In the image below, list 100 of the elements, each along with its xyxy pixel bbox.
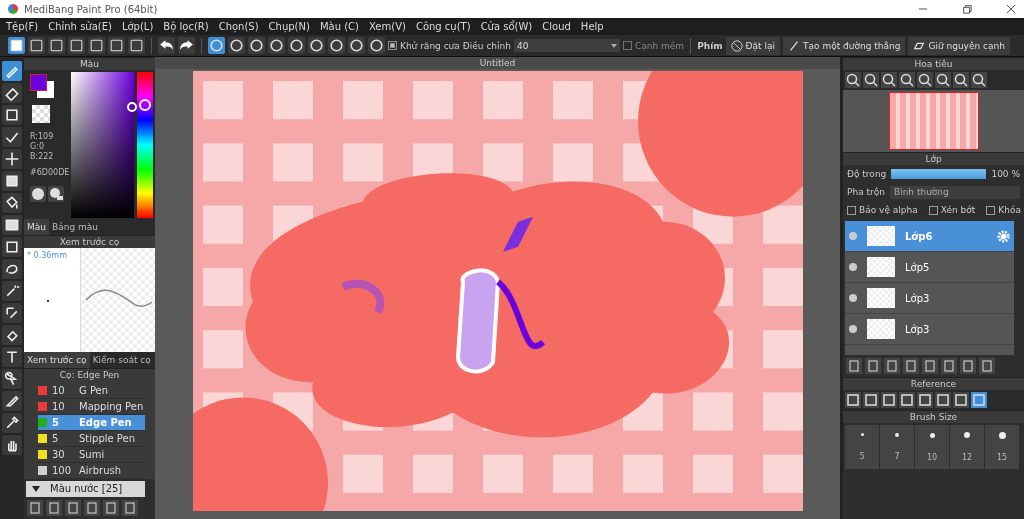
- brush-item[interactable]: 100 Airbrush: [38, 463, 145, 479]
- layer-option-checkbox[interactable]: [928, 205, 938, 215]
- tool-button[interactable]: [2, 193, 22, 213]
- menu-item[interactable]: Tệp(F): [6, 21, 39, 32]
- palette-icon[interactable]: [30, 186, 46, 202]
- restore-icon[interactable]: [962, 4, 972, 14]
- navigator-icon[interactable]: [845, 72, 861, 88]
- canvas-tab[interactable]: Untitled: [479, 57, 516, 69]
- color-square[interactable]: [71, 72, 134, 218]
- reference-icon[interactable]: [899, 392, 915, 408]
- brush-toolbar-icon[interactable]: [65, 500, 81, 516]
- layer-toolbar-icon[interactable]: [941, 358, 957, 374]
- navigator-icon[interactable]: [917, 72, 933, 88]
- menu-item[interactable]: Xem(V): [368, 21, 406, 32]
- hue-slider[interactable]: [137, 72, 153, 218]
- settings-icon[interactable]: [996, 228, 1011, 244]
- visibility-dot-icon[interactable]: [849, 325, 857, 333]
- brush-toolbar-icon[interactable]: [122, 500, 138, 516]
- brush-size-cell[interactable]: 7: [880, 425, 914, 469]
- palette-icon[interactable]: [48, 186, 64, 202]
- tool-button[interactable]: [2, 413, 22, 433]
- brush-toolbar-icon[interactable]: [84, 500, 100, 516]
- transparent-swatch[interactable]: [32, 105, 50, 123]
- layer-toolbar-icon[interactable]: [979, 358, 995, 374]
- tool-button[interactable]: [2, 281, 22, 301]
- brush-item[interactable]: 30 Sumi: [38, 447, 145, 463]
- visibility-dot-icon[interactable]: [849, 294, 857, 302]
- navigator-icon[interactable]: [899, 72, 915, 88]
- toolbar-button[interactable]: Tạo một đường thẳng: [783, 36, 906, 55]
- menu-item[interactable]: Cloud: [542, 21, 571, 32]
- brush-toolbar-icon[interactable]: [46, 500, 62, 516]
- adjust-dropdown[interactable]: 40: [514, 39, 620, 52]
- tool-button[interactable]: [2, 127, 22, 147]
- panel-tab[interactable]: Xem trước cọ: [24, 352, 90, 368]
- toolbar-button[interactable]: Đặt lại: [725, 36, 780, 55]
- visibility-dot-icon[interactable]: [849, 263, 857, 271]
- menu-item[interactable]: Chỉnh sửa(E): [48, 21, 112, 32]
- toolbar-icon[interactable]: [108, 37, 125, 54]
- menu-item[interactable]: Lớp(L): [121, 21, 154, 32]
- brush-size-cell[interactable]: 10: [915, 425, 949, 469]
- panel-tab[interactable]: Bảng màu: [49, 219, 101, 235]
- reference-icon[interactable]: [935, 392, 951, 408]
- panel-tab[interactable]: Màu: [24, 219, 49, 235]
- tool-button[interactable]: [2, 149, 22, 169]
- blend-mode-dropdown[interactable]: Bình thường: [889, 185, 1020, 199]
- antialias-checkbox[interactable]: [388, 41, 397, 50]
- brush-toolbar-icon[interactable]: [27, 500, 43, 516]
- brush-toolbar-icon[interactable]: [103, 500, 119, 516]
- brush-group-header[interactable]: Màu nước [25]: [26, 481, 145, 497]
- navigator-icon[interactable]: [935, 72, 951, 88]
- soft-edge-checkbox[interactable]: [623, 41, 632, 50]
- menu-item[interactable]: Cửa sổ(W): [480, 21, 533, 32]
- ruler-icon[interactable]: [248, 37, 265, 54]
- toolbar-icon[interactable]: [128, 37, 145, 54]
- layer-toolbar-icon[interactable]: [865, 358, 881, 374]
- brush-size-cell[interactable]: 5: [845, 425, 879, 469]
- reference-icon[interactable]: [881, 392, 897, 408]
- opacity-slider[interactable]: [891, 169, 987, 179]
- layer-toolbar-icon[interactable]: [903, 358, 919, 374]
- menu-item[interactable]: Màu (C): [319, 21, 359, 32]
- close-icon[interactable]: [1006, 4, 1016, 14]
- navigator-icon[interactable]: [971, 72, 987, 88]
- reference-icon[interactable]: [845, 392, 861, 408]
- layer-toolbar-icon[interactable]: [846, 358, 862, 374]
- ruler-icon[interactable]: [328, 37, 345, 54]
- toolbar-icon[interactable]: [68, 37, 85, 54]
- brush-size-cell[interactable]: 15: [985, 425, 1019, 469]
- layer-toolbar-icon[interactable]: [960, 358, 976, 374]
- reference-icon[interactable]: [863, 392, 879, 408]
- toolbar-icon[interactable]: [88, 37, 105, 54]
- menu-item[interactable]: Chọn(S): [218, 21, 259, 32]
- brush-item[interactable]: 10 G Pen: [38, 383, 145, 399]
- layer-option-checkbox[interactable]: [986, 205, 996, 215]
- redo-icon[interactable]: [178, 37, 195, 54]
- visibility-dot-icon[interactable]: [849, 232, 857, 240]
- toolbar-icon[interactable]: [48, 37, 65, 54]
- navigator-thumbnail[interactable]: [888, 92, 979, 150]
- ruler-icon[interactable]: [348, 37, 365, 54]
- toolbar-icon[interactable]: [8, 37, 25, 54]
- layer-option-checkbox[interactable]: [847, 205, 856, 215]
- brush-item[interactable]: 5 Stipple Pen: [38, 431, 145, 447]
- tool-button[interactable]: [2, 171, 22, 191]
- ruler-icon[interactable]: [228, 37, 245, 54]
- layer-toolbar-icon[interactable]: [884, 358, 900, 374]
- navigator-icon[interactable]: [863, 72, 879, 88]
- navigator-icon[interactable]: [881, 72, 897, 88]
- ruler-icon[interactable]: [268, 37, 285, 54]
- layer-toolbar-icon[interactable]: [922, 358, 938, 374]
- toolbar-icon[interactable]: [28, 37, 45, 54]
- toolbar-button[interactable]: Giữ nguyên cạnh: [908, 36, 1010, 55]
- reference-icon[interactable]: [953, 392, 969, 408]
- ruler-icon[interactable]: [288, 37, 305, 54]
- tool-button[interactable]: [2, 105, 22, 125]
- panel-tab[interactable]: Kiểm soát cọ: [89, 352, 154, 368]
- tool-button[interactable]: [2, 259, 22, 279]
- menu-item[interactable]: Help: [580, 21, 604, 32]
- tool-button[interactable]: [2, 347, 22, 367]
- reference-icon[interactable]: [917, 392, 933, 408]
- ruler-icon[interactable]: [308, 37, 325, 54]
- navigator-icon[interactable]: [953, 72, 969, 88]
